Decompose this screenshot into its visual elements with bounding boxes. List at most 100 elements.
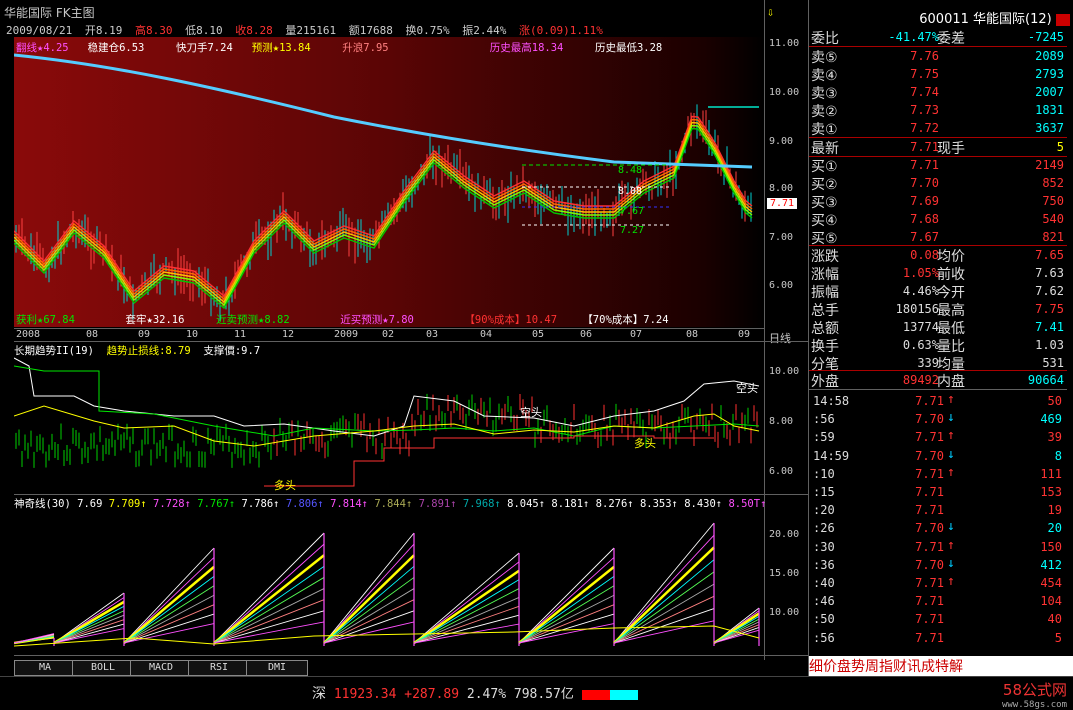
row-label: 买② bbox=[811, 177, 838, 193]
bottom-tab-strip[interactable]: 细价盘势周指财讯成特解 bbox=[809, 656, 1073, 676]
row-price: 7.73 bbox=[910, 103, 939, 117]
main-kline-chart[interactable]: 8.48 8.08 7.67 7.27 bbox=[14, 37, 764, 327]
quote-panel: 600011 华能国际(12) 委比 -41.47% 委差 -7245 卖⑤ 7.… bbox=[808, 0, 1073, 676]
latest-row: 最新 7.71 现手 5 bbox=[809, 138, 1067, 157]
ohlc-date: 2009/08/21 bbox=[6, 24, 73, 37]
ind-wenjiancang: 稳建仓6.53 bbox=[87, 42, 145, 54]
row-value: 2007 bbox=[1035, 85, 1064, 99]
stat-row: 总额 13774 最低 7.41 bbox=[809, 318, 1067, 337]
axis-label: 7.00 bbox=[769, 232, 794, 243]
row-price: 180156 bbox=[895, 302, 939, 316]
axis-label: 10.00 bbox=[769, 87, 800, 98]
row-label: 买③ bbox=[811, 195, 838, 211]
row-price: 7.74 bbox=[910, 85, 939, 99]
status-bar: 深 11923.34 +287.89 2.47% 798.57亿 58公式网 w… bbox=[0, 676, 1073, 710]
tick-row: :36 7.70 ↓ 412 bbox=[809, 556, 1067, 574]
tick-row: :26 7.70 ↓ 20 bbox=[809, 519, 1067, 537]
row-value: 7.41 bbox=[1035, 320, 1064, 334]
separator bbox=[14, 494, 808, 495]
row-value: 1831 bbox=[1035, 103, 1064, 117]
row-value: 2149 bbox=[1035, 158, 1064, 172]
tick-row: :30 7.71 ↑ 150 bbox=[809, 538, 1067, 556]
trend-indicator-chart[interactable]: 空头 空头 多头 多头 bbox=[14, 356, 764, 491]
row-value: 7.62 bbox=[1035, 284, 1064, 298]
magic-line-chart[interactable] bbox=[14, 508, 764, 653]
sub1-axis-label: 10.00 bbox=[769, 366, 800, 377]
magic-fan-lines bbox=[14, 522, 760, 647]
ind-yuce: 预测★13.84 bbox=[251, 42, 311, 54]
ohlc-close: 收8.28 bbox=[235, 24, 273, 37]
tick-time: :59 bbox=[813, 430, 835, 445]
date-label: 10 bbox=[186, 329, 199, 340]
market-change: +287.89 bbox=[404, 687, 460, 702]
row-value: 1.03 bbox=[1035, 338, 1064, 352]
date-label: 07 bbox=[630, 329, 643, 340]
row-label: 总额 bbox=[811, 321, 839, 337]
date-label: 2009 bbox=[334, 329, 359, 340]
stock-header: 600011 华能国际(12) bbox=[809, 8, 1073, 27]
ask-row: 卖① 7.72 3637 bbox=[809, 119, 1067, 138]
ohlc-bar: 2009/08/21 开8.19 高8.30 低8.10 收8.28 量2151… bbox=[6, 22, 609, 38]
ohlc-volume: 量215161 bbox=[285, 24, 337, 37]
row-label-2: 最低 bbox=[937, 321, 965, 337]
arrow-down-icon: ↓ bbox=[947, 555, 955, 571]
row-price: 7.69 bbox=[910, 194, 939, 208]
arrow-down-icon[interactable]: ⇩ bbox=[767, 5, 774, 19]
tick-row: :15 7.71 153 bbox=[809, 483, 1067, 501]
market-amount: 798.57亿 bbox=[513, 687, 574, 702]
date-label: 12 bbox=[282, 329, 295, 340]
date-label: 04 bbox=[480, 329, 493, 340]
period-label[interactable]: 日线 bbox=[769, 330, 791, 346]
date-label: 05 bbox=[532, 329, 545, 340]
date-label: 06 bbox=[580, 329, 593, 340]
tick-time: :15 bbox=[813, 485, 835, 499]
tick-price: 7.71 bbox=[915, 576, 944, 590]
tab-boll[interactable]: BOLL bbox=[72, 660, 134, 676]
date-label: 09 bbox=[138, 329, 151, 340]
arrow-down-icon: ↓ bbox=[947, 519, 955, 535]
sub1-axis-label: 8.00 bbox=[769, 416, 794, 427]
tab-dmi[interactable]: DMI bbox=[246, 660, 308, 676]
close-icon[interactable] bbox=[1055, 13, 1070, 26]
tick-time: 14:58 bbox=[813, 394, 850, 408]
sub2-axis-label: 10.00 bbox=[769, 607, 800, 618]
tick-row: 14:58 7.71 ↑ 50 bbox=[809, 392, 1067, 410]
arrow-down-icon: ↓ bbox=[947, 446, 955, 462]
arrow-up-icon: ↑ bbox=[947, 464, 955, 480]
inner-value: 90664 bbox=[1027, 373, 1064, 387]
bid-row: 买② 7.70 852 bbox=[809, 174, 1067, 193]
tick-volume: 153 bbox=[1040, 485, 1062, 499]
ohlc-turnover: 换0.75% bbox=[405, 24, 450, 37]
row-label: 总手 bbox=[811, 303, 839, 319]
tab-macd[interactable]: MACD bbox=[130, 660, 192, 676]
axis-label: 9.00 bbox=[769, 136, 794, 147]
bid-row: 买④ 7.68 540 bbox=[809, 210, 1067, 229]
ind-cost-90: 【90%成本】10.47 bbox=[464, 314, 558, 326]
divider bbox=[809, 389, 1067, 390]
weibi-label: 委比 bbox=[811, 31, 839, 47]
date-label: 2008 bbox=[16, 329, 41, 340]
axis-label: 8.00 bbox=[769, 183, 794, 194]
decline-bar bbox=[609, 689, 638, 700]
tick-time: :50 bbox=[813, 612, 835, 627]
tick-row: :20 7.71 19 bbox=[809, 501, 1067, 519]
separator bbox=[14, 341, 808, 342]
row-label: 振幅 bbox=[811, 285, 839, 301]
date-label: 09 bbox=[738, 329, 751, 340]
duo-label: 多头 bbox=[634, 436, 656, 450]
row-label: 卖④ bbox=[811, 68, 838, 84]
tick-volume: 150 bbox=[1040, 539, 1062, 554]
tick-volume: 50 bbox=[1047, 394, 1062, 408]
row-price: 7.68 bbox=[910, 212, 939, 226]
tab-rsi[interactable]: RSI bbox=[188, 660, 250, 676]
market-index-value: 11923.34 bbox=[333, 687, 397, 702]
tab-ma[interactable]: MA bbox=[14, 660, 76, 676]
chart-title: 华能国际 FK主图 bbox=[4, 6, 95, 20]
tick-price: 7.71 bbox=[915, 594, 944, 609]
date-label: 11 bbox=[234, 329, 247, 340]
ohlc-amount: 额17688 bbox=[348, 24, 393, 37]
ind-history-low: 历史最低3.28 bbox=[594, 42, 663, 54]
row-price: 13774 bbox=[902, 320, 939, 334]
row-price: 4.46% bbox=[902, 284, 939, 298]
tick-volume: 5 bbox=[1054, 630, 1062, 645]
